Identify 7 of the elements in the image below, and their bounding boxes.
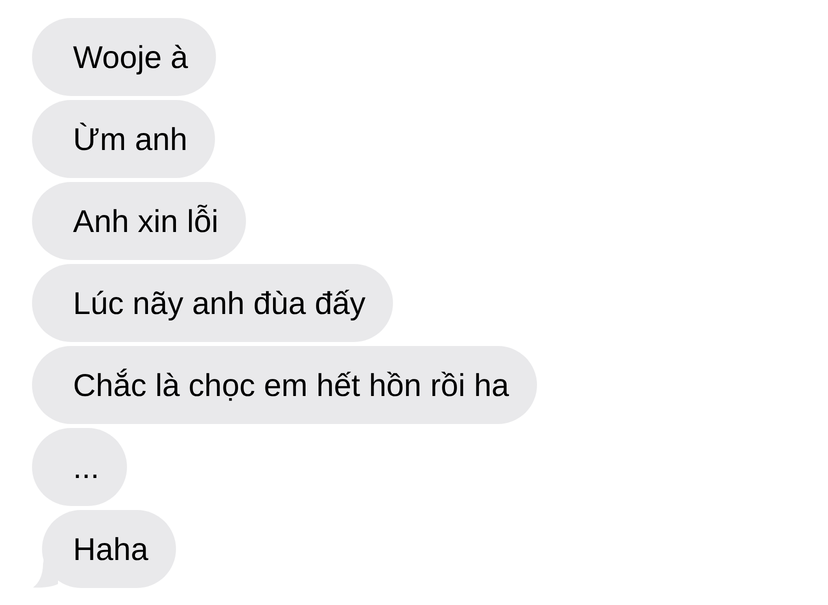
message-bubble: ... (32, 428, 128, 506)
message-bubble: Haha (32, 510, 176, 588)
message-bubble: Ừm anh (32, 100, 216, 178)
message-bubble: Wooje à (32, 18, 216, 96)
message-bubble: Chắc là chọc em hết hồn rồi ha (32, 346, 538, 424)
message-bubble: Lúc nãy anh đùa đấy (32, 264, 394, 342)
message-bubble: Anh xin lỗi (32, 182, 246, 260)
